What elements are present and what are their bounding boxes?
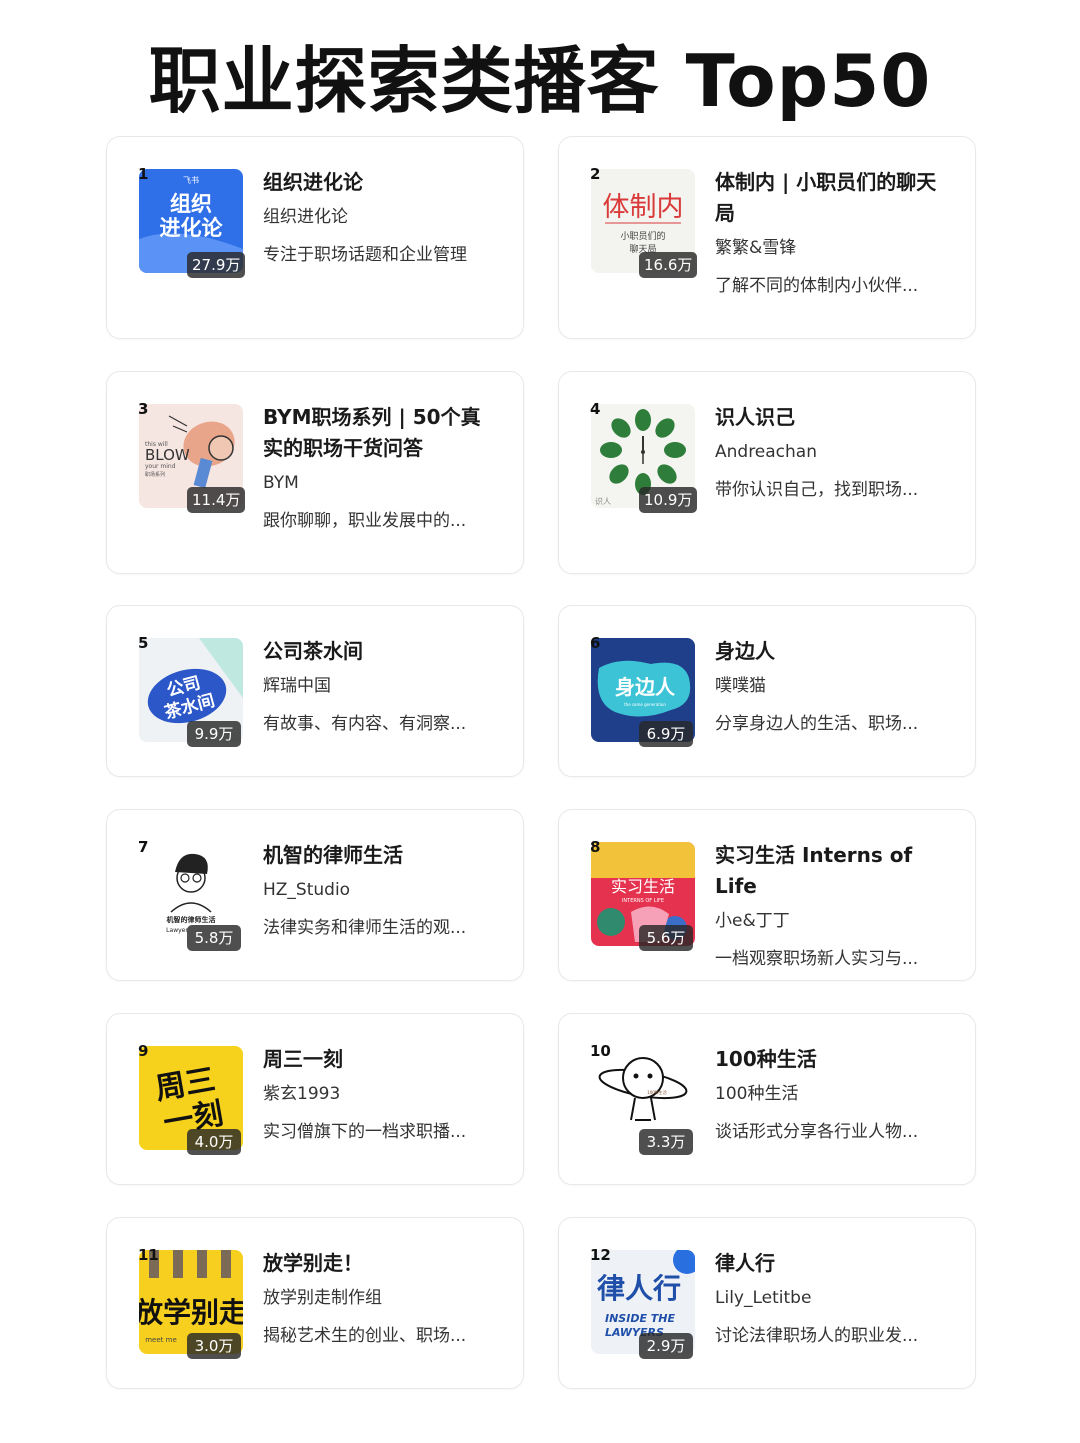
podcast-title[interactable]: 放学别走！ bbox=[263, 1248, 499, 1279]
podcast-description: 专注于职场话题和企业管理 bbox=[263, 245, 467, 265]
podcast-card-5[interactable]: 公司 茶水间 5 9.9万 公司茶水间 辉瑞中国 有故事、有内容、有洞察... bbox=[106, 605, 524, 777]
podcast-rank: 12 bbox=[590, 1246, 611, 1264]
podcast-title[interactable]: 体制内 | 小职员们的聊天局 bbox=[715, 167, 951, 229]
podcast-rank: 10 bbox=[590, 1042, 611, 1060]
podcast-author: Lily_Letitbe bbox=[715, 1288, 812, 1308]
svg-text:进化论: 进化论 bbox=[160, 216, 224, 240]
svg-text:体制内: 体制内 bbox=[603, 192, 684, 223]
podcast-title[interactable]: 公司茶水间 bbox=[263, 636, 499, 667]
podcast-author: BYM bbox=[263, 473, 299, 493]
podcast-rank: 7 bbox=[138, 838, 149, 856]
play-count-badge: 3.3万 bbox=[639, 1129, 693, 1155]
play-count-badge: 11.4万 bbox=[187, 487, 246, 513]
podcast-author: 100种生活 bbox=[715, 1084, 799, 1104]
podcast-card-10[interactable]: 100种生活 10 3.3万 100种生活 100种生活 谈话形式分享各行业人物… bbox=[558, 1013, 976, 1185]
svg-text:INSIDE THE: INSIDE THE bbox=[605, 1312, 675, 1325]
podcast-rank: 8 bbox=[590, 838, 601, 856]
podcast-rank: 9 bbox=[138, 1042, 149, 1060]
play-count-badge: 6.9万 bbox=[639, 721, 693, 747]
podcast-title[interactable]: BYM职场系列 | 50个真实的职场干货问答 bbox=[263, 402, 499, 464]
podcast-card-2[interactable]: 体制内 小职员们的 聊天局 2 16.6万 体制内 | 小职员们的聊天局 繁繁&… bbox=[558, 136, 976, 339]
podcast-grid: 飞书 组织 进化论 1 27.9万 组织进化论 组织进化论 专注于职场话题和企业… bbox=[0, 0, 1080, 1443]
podcast-card-11[interactable]: 放学别走 meet me 11 3.0万 放学别走！ 放学别走制作组 揭秘艺术生… bbox=[106, 1217, 524, 1389]
podcast-description: 跟你聊聊，职业发展中的... bbox=[263, 511, 467, 531]
podcast-author: 辉瑞中国 bbox=[263, 676, 331, 696]
play-count-badge: 5.6万 bbox=[639, 925, 693, 951]
podcast-rank: 3 bbox=[138, 400, 149, 418]
podcast-title[interactable]: 律人行 bbox=[715, 1248, 951, 1279]
podcast-description: 谈话形式分享各行业人物... bbox=[715, 1122, 919, 1142]
svg-text:INTERNS OF LIFE: INTERNS OF LIFE bbox=[622, 898, 664, 904]
svg-text:识人: 识人 bbox=[595, 497, 611, 506]
svg-text:your mind: your mind bbox=[145, 463, 176, 470]
play-count-badge: 4.0万 bbox=[187, 1129, 241, 1155]
podcast-description: 讨论法律职场人的职业发... bbox=[715, 1326, 919, 1346]
podcast-author: 紫玄1993 bbox=[263, 1084, 341, 1104]
svg-text:小职员们的: 小职员们的 bbox=[620, 230, 665, 242]
svg-text:职场系列: 职场系列 bbox=[145, 471, 165, 478]
svg-text:机智的律师生活: 机智的律师生活 bbox=[167, 915, 216, 924]
podcast-card-8[interactable]: 实习生活 INTERNS OF LIFE 8 5.6万 实习生活 Interns… bbox=[558, 809, 976, 981]
podcast-title[interactable]: 组织进化论 bbox=[263, 167, 499, 198]
podcast-description: 法律实务和律师生活的观... bbox=[263, 918, 467, 938]
play-count-badge: 16.6万 bbox=[639, 252, 698, 278]
podcast-author: 组织进化论 bbox=[263, 207, 348, 227]
podcast-rank: 11 bbox=[138, 1246, 159, 1264]
play-count-badge: 10.9万 bbox=[639, 487, 698, 513]
podcast-description: 带你认识自己，找到职场... bbox=[715, 480, 919, 500]
podcast-description: 实习僧旗下的一档求职播... bbox=[263, 1122, 467, 1142]
podcast-card-12[interactable]: 律人行 INSIDE THE LAWYERS 12 2.9万 律人行 Lily_… bbox=[558, 1217, 976, 1389]
podcast-description: 了解不同的体制内小伙伴... bbox=[715, 276, 919, 296]
svg-text:律人行: 律人行 bbox=[597, 1272, 681, 1305]
play-count-badge: 2.9万 bbox=[639, 1333, 693, 1359]
play-count-badge: 3.0万 bbox=[187, 1333, 241, 1359]
podcast-card-9[interactable]: 周三 一刻 9 4.0万 周三一刻 紫玄1993 实习僧旗下的一档求职播... bbox=[106, 1013, 524, 1185]
podcast-card-3[interactable]: this will BLOW your mind 职场系列 3 11.4万 BY… bbox=[106, 371, 524, 574]
podcast-title[interactable]: 100种生活 bbox=[715, 1044, 951, 1075]
podcast-title[interactable]: 周三一刻 bbox=[263, 1044, 499, 1075]
podcast-author: 噗噗猫 bbox=[715, 676, 766, 696]
podcast-author: HZ_Studio bbox=[263, 880, 351, 900]
podcast-author: 放学别走制作组 bbox=[263, 1288, 382, 1308]
podcast-description: 有故事、有内容、有洞察... bbox=[263, 714, 467, 734]
svg-text:meet me: meet me bbox=[145, 1336, 177, 1344]
podcast-author: 小e&丁丁 bbox=[715, 911, 790, 931]
podcast-title[interactable]: 实习生活 Interns of Life bbox=[715, 840, 951, 902]
play-count-badge: 27.9万 bbox=[187, 252, 246, 278]
podcast-description: 揭秘艺术生的创业、职场... bbox=[263, 1326, 467, 1346]
svg-text:Lawyer: Lawyer bbox=[166, 927, 188, 934]
svg-text:放学别走: 放学别走 bbox=[139, 1296, 243, 1329]
podcast-rank: 1 bbox=[138, 165, 149, 183]
podcast-title[interactable]: 机智的律师生活 bbox=[263, 840, 499, 871]
podcast-card-7[interactable]: 机智的律师生活 Lawyer 7 5.8万 机智的律师生活 HZ_Studio … bbox=[106, 809, 524, 981]
svg-text:BLOW: BLOW bbox=[145, 446, 190, 464]
svg-text:实习生活: 实习生活 bbox=[611, 877, 675, 896]
podcast-rank: 4 bbox=[590, 400, 601, 418]
podcast-author: 繁繁&雪锋 bbox=[715, 238, 797, 258]
play-count-badge: 9.9万 bbox=[187, 721, 241, 747]
podcast-rank: 2 bbox=[590, 165, 601, 183]
svg-text:the same generation: the same generation bbox=[624, 702, 666, 707]
podcast-title[interactable]: 身边人 bbox=[715, 636, 951, 667]
svg-text:100种生活: 100种生活 bbox=[647, 1089, 667, 1095]
podcast-rank: 5 bbox=[138, 634, 149, 652]
svg-text:组织: 组织 bbox=[170, 192, 212, 216]
play-count-badge: 5.8万 bbox=[187, 925, 241, 951]
podcast-rank: 6 bbox=[590, 634, 601, 652]
podcast-card-6[interactable]: 身边人 the same generation 6 6.9万 身边人 噗噗猫 分… bbox=[558, 605, 976, 777]
podcast-card-4[interactable]: 识人 4 10.9万 识人识己 Andreachan 带你认识自己，找到职场..… bbox=[558, 371, 976, 574]
svg-text:身边人: 身边人 bbox=[615, 675, 676, 699]
svg-text:飞书: 飞书 bbox=[183, 175, 199, 185]
podcast-title[interactable]: 识人识己 bbox=[715, 402, 951, 433]
podcast-author: Andreachan bbox=[715, 442, 817, 462]
podcast-card-1[interactable]: 飞书 组织 进化论 1 27.9万 组织进化论 组织进化论 专注于职场话题和企业… bbox=[106, 136, 524, 339]
podcast-description: 一档观察职场新人实习与... bbox=[715, 949, 919, 969]
podcast-description: 分享身边人的生活、职场... bbox=[715, 714, 919, 734]
